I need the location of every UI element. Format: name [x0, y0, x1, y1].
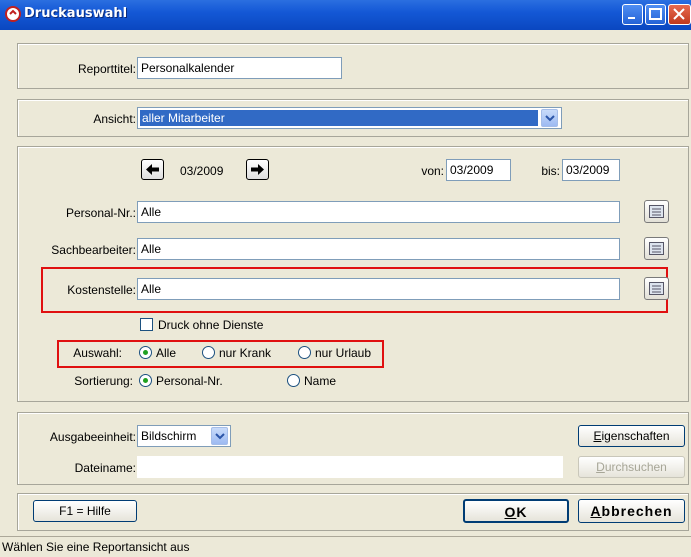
minimize-icon — [628, 17, 635, 19]
view-selected-value: aller Mitarbeiter — [140, 110, 538, 126]
cancel-accel: A — [590, 503, 602, 519]
personal-nr-label: Personal-Nr.: — [65, 206, 136, 220]
close-icon — [673, 8, 685, 20]
list-picker-icon — [649, 242, 664, 255]
sachbearbeiter-input[interactable]: Alle — [137, 238, 620, 260]
auswahl-radio-alle[interactable] — [139, 346, 152, 359]
from-input[interactable]: 03/2009 — [446, 159, 511, 181]
personal-nr-input[interactable]: Alle — [137, 201, 620, 223]
list-picker-icon — [649, 205, 664, 218]
title-bar[interactable]: Druckauswahl — [0, 0, 691, 30]
print-without-services-label: Druck ohne Dienste — [158, 318, 264, 332]
status-text: Wählen Sie eine Reportansicht aus — [2, 540, 190, 554]
auswahl-option-krank: nur Krank — [219, 346, 272, 360]
properties-button[interactable]: Eigenschaften — [578, 425, 685, 447]
cancel-button[interactable]: Abbrechen — [578, 499, 685, 523]
sortierung-radio-name[interactable] — [287, 374, 300, 387]
maximize-icon — [649, 8, 662, 20]
output-unit-label: Ausgabeeinheit: — [49, 430, 136, 444]
sortierung-option-personal-nr: Personal-Nr. — [156, 374, 223, 388]
filename-input[interactable] — [137, 456, 563, 478]
sachbearbeiter-label: Sachbearbeiter: — [51, 243, 136, 257]
minimize-button[interactable] — [622, 4, 643, 25]
cancel-label: bbrechen — [601, 503, 673, 519]
output-unit-dropdown-button[interactable] — [211, 427, 228, 445]
properties-label: igenschaften — [601, 429, 670, 443]
help-button[interactable]: F1 = Hilfe — [33, 500, 137, 522]
auswahl-label: Auswahl: — [73, 346, 122, 360]
status-bar: Wählen Sie eine Reportansicht aus — [0, 536, 691, 557]
browse-button[interactable]: Durchsuchen — [578, 456, 685, 478]
kostenstelle-picker-button[interactable] — [644, 277, 669, 300]
browse-accel: D — [596, 460, 605, 474]
close-button[interactable] — [668, 4, 691, 25]
maximize-button[interactable] — [645, 4, 666, 25]
from-label: von: — [421, 164, 444, 178]
chevron-down-icon — [215, 433, 225, 440]
arrow-right-icon — [251, 164, 264, 175]
next-month-button[interactable] — [246, 159, 269, 180]
output-unit-select[interactable]: Bildschirm — [137, 425, 231, 447]
view-select[interactable]: aller Mitarbeiter — [137, 107, 562, 129]
report-title-input[interactable]: Personalkalender — [137, 57, 342, 79]
view-label: Ansicht: — [93, 112, 136, 126]
to-label: bis: — [541, 164, 560, 178]
sortierung-label: Sortierung: — [74, 374, 133, 388]
sachbearbeiter-picker-button[interactable] — [644, 237, 669, 260]
auswahl-radio-krank[interactable] — [202, 346, 215, 359]
list-picker-icon — [649, 282, 664, 295]
current-period: 03/2009 — [180, 164, 224, 178]
browse-label: urchsuchen — [604, 460, 667, 474]
chevron-down-icon — [545, 115, 555, 122]
ok-button[interactable]: OK — [463, 499, 569, 523]
sortierung-option-name: Name — [304, 374, 337, 388]
auswahl-option-urlaub: nur Urlaub — [315, 346, 372, 360]
sortierung-radio-personal-nr[interactable] — [139, 374, 152, 387]
ok-accel: O — [504, 504, 517, 520]
arrow-left-icon — [146, 164, 159, 175]
auswahl-option-alle: Alle — [156, 346, 177, 360]
app-icon — [5, 6, 21, 22]
kostenstelle-label: Kostenstelle: — [67, 283, 136, 297]
window-title: Druckauswahl — [24, 6, 128, 21]
previous-month-button[interactable] — [141, 159, 164, 180]
filename-label: Dateiname: — [74, 461, 136, 475]
ok-label: K — [516, 504, 528, 520]
to-input[interactable]: 03/2009 — [562, 159, 620, 181]
auswahl-radio-urlaub[interactable] — [298, 346, 311, 359]
print-without-services-checkbox[interactable] — [140, 318, 153, 331]
output-unit-value: Bildschirm — [141, 429, 197, 443]
view-dropdown-button[interactable] — [541, 109, 558, 127]
personal-nr-picker-button[interactable] — [644, 200, 669, 223]
kostenstelle-input[interactable]: Alle — [137, 278, 620, 300]
report-title-label: Reporttitel: — [77, 62, 136, 76]
